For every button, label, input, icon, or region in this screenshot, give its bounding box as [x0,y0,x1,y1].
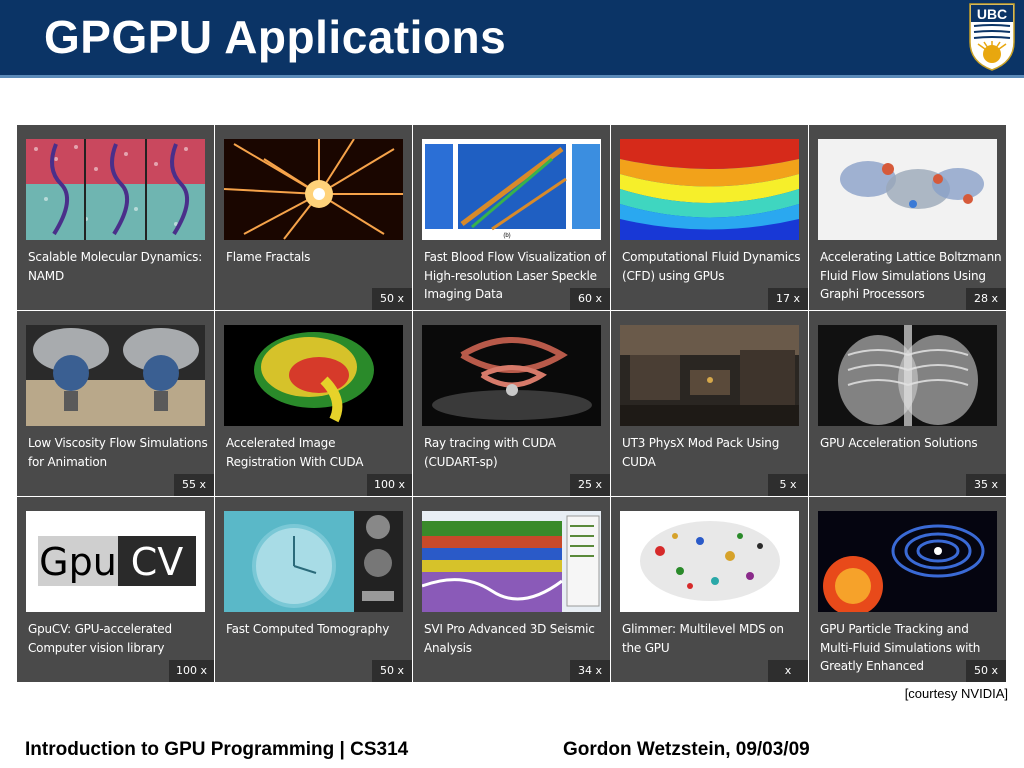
application-tile[interactable]: Gpu CV GpuCV: GPU-accelerated Computer v… [17,497,214,682]
speedup-badge: 50 x [372,660,412,682]
speedup-badge: 60 x [570,288,610,310]
svg-text:CV: CV [131,540,184,584]
application-tile[interactable]: Glimmer: Multilevel MDS on the GPU x [611,497,808,682]
speedup-badge: 28 x [966,288,1006,310]
tile-caption: Scalable Molecular Dynamics: NAMD [28,250,203,283]
speedup-badge: 100 x [366,474,412,496]
game-scene-image [620,325,799,426]
speedup-badge: 55 x [174,474,214,496]
molecular-dynamics-image [26,139,205,240]
tile-caption: Accelerated Image Registration With CUDA [226,436,364,469]
image-credit: [courtesy NVIDIA] [904,686,1008,701]
speedup-badge: 35 x [966,474,1006,496]
gpucv-logo-image: Gpu CV [26,511,205,612]
seismic-image [422,511,601,612]
speedup-badge: 100 x [168,660,214,682]
application-tile[interactable]: Accelerating Lattice Boltzmann Fluid Flo… [809,125,1006,310]
lattice-boltzmann-image [818,139,997,240]
tile-caption: Glimmer: Multilevel MDS on the GPU [622,622,784,655]
tile-caption: Fast Computed Tomography [226,622,390,636]
speedup-badge: 17 x [768,288,808,310]
tile-caption: SVI Pro Advanced 3D Seismic Analysis [424,622,595,655]
tomography-watch-image [224,511,403,612]
application-tile[interactable]: Accelerated Image Registration With CUDA… [215,311,412,496]
applications-grid: Scalable Molecular Dynamics: NAMD Flame … [17,125,1007,683]
course-footer: Introduction to GPU Programming | CS314 [25,739,409,760]
application-tile[interactable]: Scalable Molecular Dynamics: NAMD [17,125,214,310]
tile-caption: Ray tracing with CUDA (CUDART-sp) [424,436,556,469]
tile-caption: GPU Acceleration Solutions [820,436,978,450]
application-tile[interactable]: Fast Computed Tomography 50 x [215,497,412,682]
mds-scatter-image [620,511,799,612]
application-tile[interactable]: Computational Fluid Dynamics (CFD) using… [611,125,808,310]
speedup-badge: 50 x [372,288,412,310]
tile-caption: Flame Fractals [226,250,311,264]
title-bar: GPGPU Applications UBC [0,0,1024,78]
author-date-footer: Gordon Wetzstein, 09/03/09 [563,739,810,760]
tile-caption: Low Viscosity Flow Simulations for Anima… [28,436,208,469]
svg-text:Gpu: Gpu [39,540,117,584]
ubc-logo-icon: UBC [969,3,1015,71]
ray-tracing-image [422,325,601,426]
application-tile[interactable]: Flame Fractals 50 x [215,125,412,310]
speedup-badge: 50 x [966,660,1006,682]
application-tile[interactable]: SVI Pro Advanced 3D Seismic Analysis 34 … [413,497,610,682]
application-tile[interactable]: (b) Fast Blood Flow Visualization of Hig… [413,125,610,310]
speedup-badge: x [768,660,808,682]
tile-caption: UT3 PhysX Mod Pack Using CUDA [622,436,780,469]
particle-tracking-image [818,511,997,612]
application-tile[interactable]: Low Viscosity Flow Simulations for Anima… [17,311,214,496]
tile-caption: GpuCV: GPU-accelerated Computer vision l… [28,622,172,655]
cfd-image [620,139,799,240]
brain-mri-image [224,325,403,426]
speedup-badge: 5 x [768,474,808,496]
speedup-badge: 25 x [570,474,610,496]
blood-flow-image: (b) [422,139,601,240]
svg-text:UBC: UBC [977,6,1007,22]
application-tile[interactable]: GPU Acceleration Solutions 35 x [809,311,1006,496]
application-tile[interactable]: GPU Particle Tracking and Multi-Fluid Si… [809,497,1006,682]
tile-caption: Computational Fluid Dynamics (CFD) using… [622,250,801,283]
xray-image [818,325,997,426]
svg-text:(b): (b) [503,233,510,239]
application-tile[interactable]: UT3 PhysX Mod Pack Using CUDA 5 x [611,311,808,496]
flame-fractal-image [224,139,403,240]
application-tile[interactable]: Ray tracing with CUDA (CUDART-sp) 25 x [413,311,610,496]
smoke-sphere-image [26,325,205,426]
slide-title: GPGPU Applications [44,11,507,63]
speedup-badge: 34 x [570,660,610,682]
